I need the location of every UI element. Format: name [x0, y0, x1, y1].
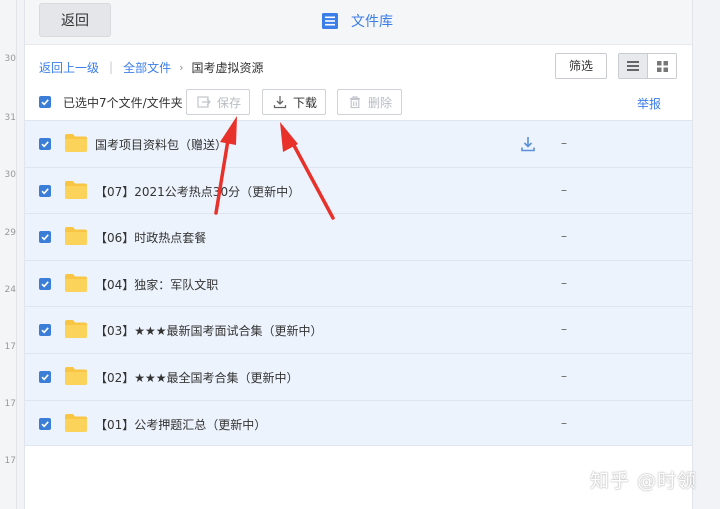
delete-button[interactable]: 删除 — [337, 89, 402, 115]
folder-icon — [65, 320, 87, 339]
file-size: – — [561, 275, 567, 290]
selection-toolbar: 已选中7个文件/文件夹 保存 下载 删除 举报 — [25, 88, 692, 118]
edge-number: 24 — [4, 285, 16, 295]
document-list-icon — [322, 13, 338, 29]
folder-icon — [65, 413, 87, 432]
checkmark-icon — [41, 420, 49, 428]
edge-number: 31 — [4, 113, 16, 123]
checkmark-icon — [41, 187, 49, 195]
row-checkbox[interactable] — [39, 417, 51, 430]
file-name[interactable]: 【03】★★★最新国考面试合集（更新中） — [95, 322, 323, 339]
grid-view-button[interactable] — [648, 54, 676, 78]
breadcrumb-all-files-link[interactable]: 全部文件 — [123, 59, 171, 76]
row-checkbox[interactable] — [39, 370, 51, 383]
download-button-label: 下载 — [293, 95, 318, 110]
row-checkbox[interactable] — [39, 324, 51, 337]
checkmark-icon — [41, 234, 49, 241]
download-icon[interactable] — [519, 135, 537, 153]
file-name[interactable]: 【01】公考押题汇总（更新中） — [95, 416, 266, 433]
page-title: 文件库 — [321, 9, 393, 33]
file-size: – — [561, 229, 567, 244]
edge-number: 17 — [4, 399, 16, 409]
file-name[interactable]: 【06】时政热点套餐 — [95, 229, 206, 246]
download-button[interactable]: 下载 — [262, 89, 326, 115]
file-row[interactable]: 【06】时政热点套餐 – — [25, 213, 692, 260]
checkmark-icon — [41, 327, 49, 334]
breadcrumb-current: 国考虚拟资源 — [191, 60, 264, 75]
trash-icon — [350, 96, 360, 109]
edge-number: 17 — [4, 456, 16, 466]
checkmark-icon — [41, 281, 49, 288]
row-checkbox[interactable] — [39, 277, 51, 290]
left-edge-strip: 30 31 30 29 24 17 17 17 — [0, 0, 17, 509]
list-view-button[interactable] — [619, 54, 648, 78]
grid-view-icon — [656, 60, 668, 72]
file-size: – — [561, 322, 567, 337]
view-toggle — [618, 53, 677, 79]
checkmark-icon — [41, 99, 49, 106]
file-name[interactable]: 【02】★★★最全国考合集（更新中） — [95, 369, 299, 386]
checkmark-icon — [41, 374, 49, 381]
delete-button-label: 删除 — [368, 95, 393, 110]
save-export-icon — [197, 96, 211, 108]
save-button[interactable]: 保存 — [186, 89, 250, 115]
select-all-checkbox[interactable] — [39, 96, 51, 108]
edge-number: 30 — [4, 170, 16, 180]
file-name[interactable]: 【04】独家：军队文职 — [95, 276, 218, 293]
edge-number: 17 — [4, 342, 16, 352]
edge-number: 30 — [4, 54, 16, 64]
row-checkbox[interactable] — [39, 184, 51, 197]
folder-icon — [65, 134, 87, 152]
file-library-panel: 返回 文件库 返回上一级 | 全部文件 › 国考虚拟资源 筛选 已选中7个文件/… — [24, 0, 693, 509]
save-button-label: 保存 — [217, 95, 242, 110]
page-title-text: 文件库 — [351, 14, 393, 30]
download-icon — [273, 96, 287, 109]
file-name[interactable]: 国考项目资料包（赠送） — [95, 136, 227, 153]
file-name[interactable]: 【07】2021公考热点30分（更新中） — [95, 183, 300, 200]
file-row[interactable]: 【01】公考押题汇总（更新中） – — [25, 399, 692, 447]
file-list: 国考项目资料包（赠送） – 【07】2021公考热点30分（更新中） – 【06… — [25, 120, 692, 447]
watermark: 知乎 @时领 — [590, 470, 698, 492]
file-row[interactable]: 【02】★★★最全国考合集（更新中） – — [25, 352, 692, 400]
file-row[interactable]: 【04】独家：军队文职 – — [25, 259, 692, 307]
chevron-right-icon: › — [179, 60, 184, 74]
report-link[interactable]: 举报 — [637, 95, 661, 112]
edge-number: 29 — [4, 228, 16, 238]
filter-button[interactable]: 筛选 — [555, 53, 607, 79]
back-button[interactable]: 返回 — [39, 3, 111, 37]
row-checkbox[interactable] — [39, 138, 51, 150]
file-size: – — [561, 136, 567, 150]
folder-icon — [65, 227, 87, 246]
file-row[interactable]: 国考项目资料包（赠送） – — [25, 120, 692, 167]
list-view-icon — [627, 61, 639, 71]
file-size: – — [561, 368, 567, 383]
folder-icon — [65, 366, 87, 385]
breadcrumb: 返回上一级 | 全部文件 › 国考虚拟资源 — [39, 58, 264, 76]
file-row[interactable]: 【07】2021公考热点30分（更新中） – — [25, 166, 692, 214]
file-row[interactable]: 【03】★★★最新国考面试合集（更新中） – — [25, 306, 692, 353]
row-checkbox[interactable] — [39, 231, 51, 244]
checkmark-icon — [41, 141, 49, 148]
selected-count-label: 已选中7个文件/文件夹 — [63, 96, 183, 110]
folder-icon — [65, 180, 87, 199]
file-size: – — [561, 415, 567, 430]
header-bar: 返回 文件库 — [25, 0, 692, 45]
file-size: – — [561, 182, 567, 197]
breadcrumb-divider: | — [109, 60, 114, 74]
folder-icon — [65, 273, 87, 292]
breadcrumb-up-link[interactable]: 返回上一级 — [39, 59, 99, 76]
